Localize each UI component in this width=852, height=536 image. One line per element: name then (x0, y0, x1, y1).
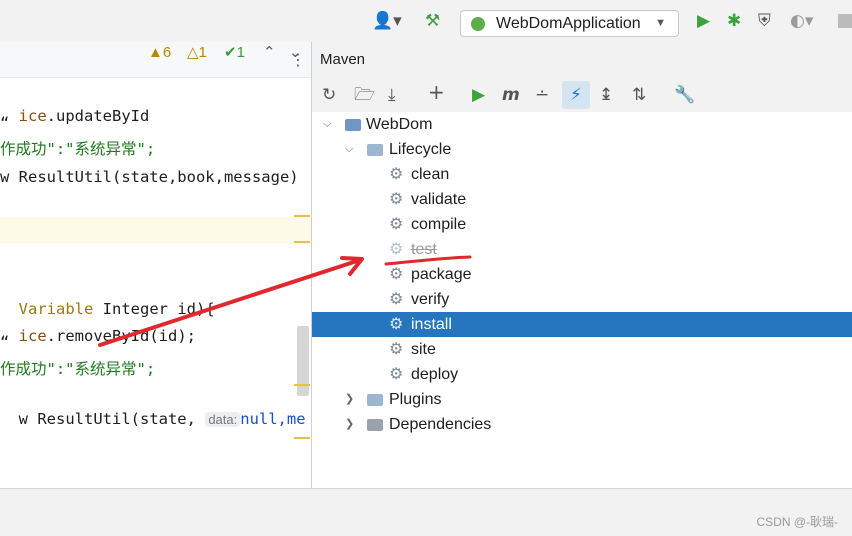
annotation-arrow (98, 258, 362, 347)
annotation-overlay (98, 255, 472, 347)
annotation-underline (384, 255, 472, 266)
